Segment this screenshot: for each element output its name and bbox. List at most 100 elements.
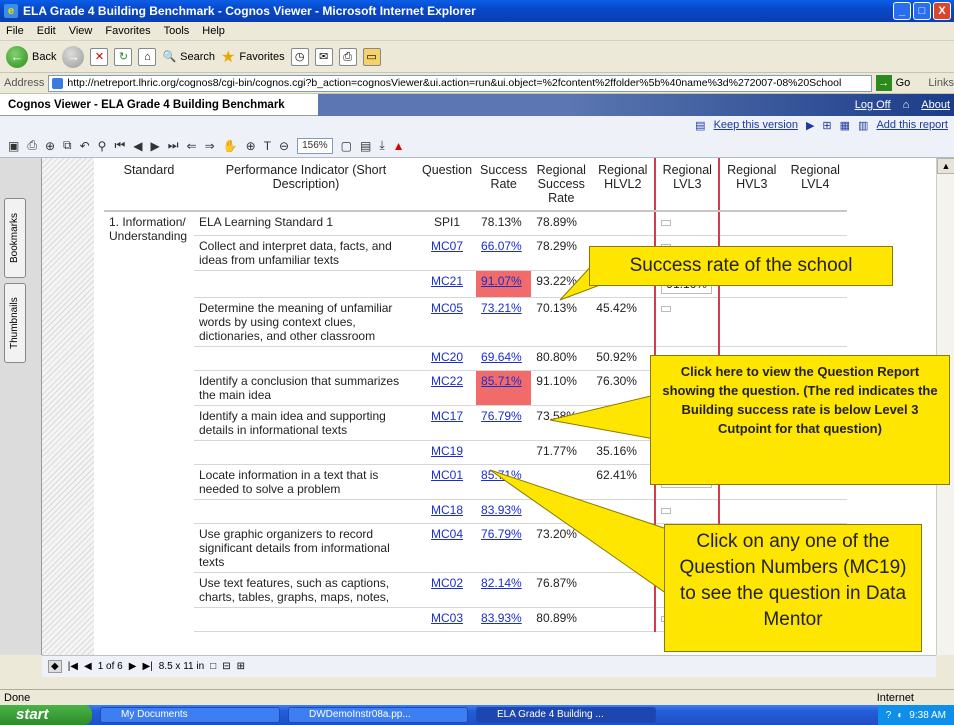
minimize-button[interactable]: _ xyxy=(893,2,911,20)
scroll-up-icon[interactable]: ▲ xyxy=(937,158,954,174)
tray-help-icon[interactable]: ? xyxy=(886,710,892,721)
performance-indicator-cell: Use graphic organizers to record signifi… xyxy=(194,523,418,573)
stop-icon[interactable]: ✕ xyxy=(90,47,109,66)
success-rate-link[interactable]: 76.79% xyxy=(481,527,522,541)
task-powerpoint[interactable]: DWDemoInstr08a.pp... xyxy=(288,707,468,723)
close-button[interactable]: X xyxy=(933,2,951,20)
pane-toggle-icon[interactable]: ◆ xyxy=(48,660,62,673)
pdf-icon[interactable]: ▲ xyxy=(393,139,405,153)
two-page-icon[interactable]: ▤ xyxy=(360,139,371,153)
question-link[interactable]: MC18 xyxy=(431,503,463,517)
home-icon[interactable]: ⌂ xyxy=(138,47,157,66)
question-link[interactable]: MC03 xyxy=(431,611,463,625)
next-page-icon[interactable]: ▶ xyxy=(151,139,160,153)
success-rate-link[interactable]: 85.71% xyxy=(481,374,522,388)
success-rate-link[interactable]: 69.64% xyxy=(481,350,522,364)
menu-file[interactable]: File xyxy=(6,25,24,37)
back-nav-icon[interactable]: ⇐ xyxy=(187,139,197,153)
run-format-icon[interactable]: ▦ xyxy=(840,119,850,132)
question-link[interactable]: MC05 xyxy=(431,301,463,315)
add-report-link[interactable]: Add this report xyxy=(876,119,948,131)
question-link[interactable]: MC19 xyxy=(431,444,463,458)
keep-version-link[interactable]: Keep this version xyxy=(714,119,798,131)
back-button[interactable]: ← Back xyxy=(6,45,56,68)
menu-edit[interactable]: Edit xyxy=(37,25,56,37)
copy-icon[interactable]: ⧉ xyxy=(63,138,72,153)
question-link[interactable]: MC07 xyxy=(431,239,463,253)
question-link[interactable]: MC02 xyxy=(431,576,463,590)
forward-button[interactable]: → xyxy=(62,45,85,68)
print-icon[interactable]: ⎙ xyxy=(338,47,357,66)
question-link[interactable]: MC01 xyxy=(431,468,463,482)
email-icon[interactable]: ⊕ xyxy=(45,139,55,153)
address-input[interactable]: http://netreport.lhric.org/cognos8/cgi-b… xyxy=(48,74,872,92)
text-icon[interactable]: T xyxy=(264,139,271,153)
menu-view[interactable]: View xyxy=(69,25,93,37)
question-link[interactable]: MC20 xyxy=(431,350,463,364)
success-rate-link[interactable]: 76.79% xyxy=(481,409,522,423)
success-rate-link[interactable]: 82.14% xyxy=(481,576,522,590)
col-regional-hlvl2: Regional HLVL2 xyxy=(591,158,656,212)
success-rate-link[interactable]: 83.93% xyxy=(481,503,522,517)
tray-network-icon[interactable]: ◐ xyxy=(897,710,903,721)
undo-icon[interactable]: ↶ xyxy=(80,139,90,153)
zoom-icon[interactable]: ⊕ xyxy=(246,139,256,153)
mail-icon[interactable]: ✉ xyxy=(314,47,333,66)
find-icon[interactable]: ⚲ xyxy=(98,139,107,153)
page-view-icon[interactable]: ▢ xyxy=(341,139,352,153)
search-button[interactable]: 🔍 Search xyxy=(162,50,215,64)
go-label[interactable]: Go xyxy=(896,77,911,89)
folder-icon[interactable]: ▭ xyxy=(362,47,381,66)
run-icon[interactable]: ▶ xyxy=(806,119,814,132)
success-rate-link[interactable]: 66.07% xyxy=(481,239,522,253)
pan-icon[interactable]: ✋ xyxy=(223,139,238,153)
logoff-link[interactable]: Log Off xyxy=(855,99,891,111)
star-icon: ★ xyxy=(221,48,236,66)
last-page-button[interactable]: ▶| xyxy=(142,661,152,672)
success-rate-link[interactable]: 91.07% xyxy=(481,274,522,288)
prev-page-button[interactable]: ◀ xyxy=(84,661,92,672)
about-link[interactable]: About xyxy=(921,99,950,111)
go-button[interactable]: → xyxy=(875,75,892,91)
home-link-icon[interactable]: ⌂ xyxy=(903,99,910,111)
next-page-button[interactable]: ▶ xyxy=(129,661,137,672)
links-label[interactable]: Links xyxy=(928,77,954,89)
first-page-button[interactable]: |◀ xyxy=(68,661,78,672)
success-rate-link[interactable]: 73.21% xyxy=(481,301,522,315)
page-width-icon[interactable]: □ xyxy=(210,661,216,672)
start-button[interactable]: start xyxy=(0,705,92,725)
zoom-select[interactable]: 156% xyxy=(297,137,333,154)
question-link[interactable]: MC17 xyxy=(431,409,463,423)
drill-icon[interactable]: ⊞ xyxy=(822,119,831,132)
print-report-icon[interactable]: ⎙ xyxy=(27,138,37,153)
question-link[interactable]: MC04 xyxy=(431,527,463,541)
zoom-out-icon[interactable]: ⊖ xyxy=(279,139,289,153)
first-page-icon[interactable]: ⏮ xyxy=(114,138,125,153)
prev-page-icon[interactable]: ◀ xyxy=(133,139,142,153)
regional-hlvl2-cell: 45.42% xyxy=(591,297,656,347)
maximize-button[interactable]: □ xyxy=(913,2,931,20)
success-rate-link[interactable]: 85.71% xyxy=(481,468,522,482)
menu-favorites[interactable]: Favorites xyxy=(105,25,150,37)
history-icon[interactable]: ◷ xyxy=(290,47,309,66)
thumbnails-tab[interactable]: Thumbnails xyxy=(4,283,26,363)
question-link[interactable]: MC21 xyxy=(431,274,463,288)
task-my-documents[interactable]: My Documents xyxy=(100,707,280,723)
success-rate-link[interactable]: 83.93% xyxy=(481,611,522,625)
question-link[interactable]: MC22 xyxy=(431,374,463,388)
menu-help[interactable]: Help xyxy=(202,25,225,37)
last-page-icon[interactable]: ⏭ xyxy=(168,138,179,153)
bookmarks-tab[interactable]: Bookmarks xyxy=(4,198,26,278)
task-ie-report[interactable]: ELA Grade 4 Building ... xyxy=(476,707,656,723)
save-icon[interactable]: ▣ xyxy=(8,139,19,153)
performance-indicator-cell: Determine the meaning of unfamiliar word… xyxy=(194,297,418,347)
fit-height-icon[interactable]: ⊟ xyxy=(222,661,230,672)
grid-icon[interactable]: ⊞ xyxy=(237,661,245,672)
refresh-icon[interactable]: ↻ xyxy=(114,47,133,66)
forward-nav-icon[interactable]: ⇒ xyxy=(205,139,215,153)
regional-hvl3-cell xyxy=(719,499,784,524)
favorites-button[interactable]: ★ Favorites xyxy=(221,47,285,67)
address-bar: Address http://netreport.lhric.org/cogno… xyxy=(0,73,954,94)
export-icon[interactable]: ⤓ xyxy=(379,138,384,153)
menu-tools[interactable]: Tools xyxy=(164,25,190,37)
